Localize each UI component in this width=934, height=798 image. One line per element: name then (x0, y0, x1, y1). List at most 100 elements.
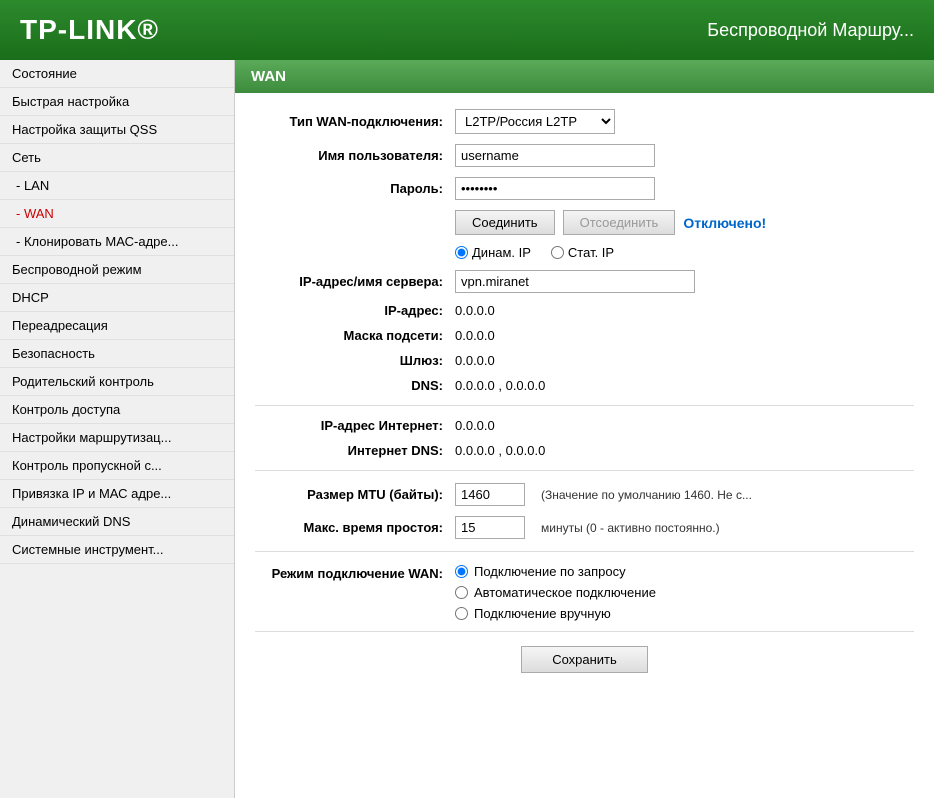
server-label: IP-адрес/имя сервера: (255, 274, 455, 289)
username-row: Имя пользователя: (255, 144, 914, 167)
gateway-static: 0.0.0.0 (455, 353, 495, 368)
internet-ip-value: 0.0.0.0 (455, 418, 914, 433)
subnet-value: 0.0.0.0 (455, 328, 914, 343)
server-control (455, 270, 914, 293)
ip-static: 0.0.0.0 (455, 303, 495, 318)
internet-ip-row: IP-адрес Интернет: 0.0.0.0 (255, 418, 914, 433)
content-area: WAN Тип WAN-подключения: L2TP/Россия L2T… (235, 60, 934, 798)
logo: TP-LINK® (20, 14, 159, 46)
sidebar-item-12[interactable]: Контроль доступа (0, 396, 234, 424)
dns-label: DNS: (255, 378, 455, 393)
wan-type-select[interactable]: L2TP/Россия L2TP PPPoE PPTP Динамический… (455, 109, 615, 134)
sidebar-item-10[interactable]: Безопасность (0, 340, 234, 368)
server-input[interactable] (455, 270, 695, 293)
sidebar-item-3[interactable]: Сеть (0, 144, 234, 172)
on-demand-radio[interactable] (455, 565, 468, 578)
dynamic-ip-radio[interactable] (455, 246, 468, 259)
header: TP-LINK® Беспроводной Маршру... (0, 0, 934, 60)
wan-mode-label: Режим подключение WAN: (255, 564, 455, 581)
gateway-value: 0.0.0.0 (455, 353, 914, 368)
sidebar-item-1[interactable]: Быстрая настройка (0, 88, 234, 116)
mtu-label: Размер MTU (байты): (255, 487, 455, 502)
dynamic-ip-option[interactable]: Динам. IP (455, 245, 531, 260)
dns-value: 0.0.0.0 , 0.0.0.0 (455, 378, 914, 393)
save-button[interactable]: Сохранить (521, 646, 648, 673)
divider-2 (255, 470, 914, 471)
sidebar-item-4[interactable]: - LAN (0, 172, 234, 200)
connection-status: Отключено! (683, 215, 766, 231)
sidebar-item-17[interactable]: Системные инструмент... (0, 536, 234, 564)
wan-type-control: L2TP/Россия L2TP PPPoE PPTP Динамический… (455, 109, 914, 134)
sidebar-item-14[interactable]: Контроль пропускной с... (0, 452, 234, 480)
sidebar-item-6[interactable]: - Клонировать МАС-адре... (0, 228, 234, 256)
sidebar-item-11[interactable]: Родительский контроль (0, 368, 234, 396)
subnet-label: Маска подсети: (255, 328, 455, 343)
sidebar-item-15[interactable]: Привязка IP и МАС адре... (0, 480, 234, 508)
header-title: Беспроводной Маршру... (707, 20, 914, 41)
sidebar-item-7[interactable]: Беспроводной режим (0, 256, 234, 284)
connect-button[interactable]: Соединить (455, 210, 555, 235)
sidebar-item-2[interactable]: Настройка защиты QSS (0, 116, 234, 144)
idle-note: минуты (0 - активно постоянно.) (541, 521, 720, 535)
static-ip-option[interactable]: Стат. IP (551, 245, 614, 260)
sidebar-item-0[interactable]: Состояние (0, 60, 234, 88)
divider-1 (255, 405, 914, 406)
password-input[interactable] (455, 177, 655, 200)
wan-mode-options: Подключение по запросу Автоматическое по… (455, 564, 914, 621)
wan-mode-row: Режим подключение WAN: Подключение по за… (255, 564, 914, 621)
idle-input[interactable] (455, 516, 525, 539)
internet-dns-static: 0.0.0.0 , 0.0.0.0 (455, 443, 545, 458)
internet-ip-static: 0.0.0.0 (455, 418, 495, 433)
mtu-row: Размер MTU (байты): (Значение по умолчан… (255, 483, 914, 506)
dns-static: 0.0.0.0 , 0.0.0.0 (455, 378, 545, 393)
section-title: WAN (235, 60, 934, 93)
dynamic-ip-label: Динам. IP (472, 245, 531, 260)
manual-connect-label: Подключение вручную (474, 606, 611, 621)
wan-mode-manual[interactable]: Подключение вручную (455, 606, 914, 621)
mtu-note: (Значение по умолчанию 1460. Не с... (541, 488, 752, 502)
subnet-static: 0.0.0.0 (455, 328, 495, 343)
ip-type-row: Динам. IP Стат. IP (255, 245, 914, 260)
auto-connect-radio[interactable] (455, 586, 468, 599)
divider-3 (255, 551, 914, 552)
internet-dns-label: Интернет DNS: (255, 443, 455, 458)
wan-mode-auto[interactable]: Автоматическое подключение (455, 585, 914, 600)
password-row: Пароль: (255, 177, 914, 200)
sidebar-item-16[interactable]: Динамический DNS (0, 508, 234, 536)
mtu-control: (Значение по умолчанию 1460. Не с... (455, 483, 914, 506)
main-layout: СостояниеБыстрая настройкаНастройка защи… (0, 60, 934, 798)
internet-dns-row: Интернет DNS: 0.0.0.0 , 0.0.0.0 (255, 443, 914, 458)
wan-type-row: Тип WAN-подключения: L2TP/Россия L2TP PP… (255, 109, 914, 134)
username-input[interactable] (455, 144, 655, 167)
ip-value: 0.0.0.0 (455, 303, 914, 318)
static-ip-label: Стат. IP (568, 245, 614, 260)
sidebar-item-8[interactable]: DHCP (0, 284, 234, 312)
gateway-label: Шлюз: (255, 353, 455, 368)
password-label: Пароль: (255, 181, 455, 196)
sidebar-item-13[interactable]: Настройки маршрутизац... (0, 424, 234, 452)
internet-ip-label: IP-адрес Интернет: (255, 418, 455, 433)
ip-label: IP-адрес: (255, 303, 455, 318)
password-control (455, 177, 914, 200)
on-demand-label: Подключение по запросу (474, 564, 626, 579)
static-ip-radio[interactable] (551, 246, 564, 259)
subnet-row: Маска подсети: 0.0.0.0 (255, 328, 914, 343)
wan-mode-on-demand[interactable]: Подключение по запросу (455, 564, 914, 579)
idle-control: минуты (0 - активно постоянно.) (455, 516, 914, 539)
gateway-row: Шлюз: 0.0.0.0 (255, 353, 914, 368)
connect-button-row: Соединить Отсоединить Отключено! (255, 210, 914, 235)
content-body: Тип WAN-подключения: L2TP/Россия L2TP PP… (235, 93, 934, 703)
ip-row: IP-адрес: 0.0.0.0 (255, 303, 914, 318)
manual-connect-radio[interactable] (455, 607, 468, 620)
disconnect-button[interactable]: Отсоединить (563, 210, 676, 235)
idle-row: Макс. время простоя: минуты (0 - активно… (255, 516, 914, 539)
sidebar-item-5[interactable]: - WAN (0, 200, 234, 228)
idle-label: Макс. время простоя: (255, 520, 455, 535)
sidebar: СостояниеБыстрая настройкаНастройка защи… (0, 60, 235, 798)
wan-type-label: Тип WAN-подключения: (255, 114, 455, 129)
server-row: IP-адрес/имя сервера: (255, 270, 914, 293)
internet-dns-value: 0.0.0.0 , 0.0.0.0 (455, 443, 914, 458)
sidebar-item-9[interactable]: Переадресация (0, 312, 234, 340)
save-row: Сохранить (255, 631, 914, 687)
mtu-input[interactable] (455, 483, 525, 506)
